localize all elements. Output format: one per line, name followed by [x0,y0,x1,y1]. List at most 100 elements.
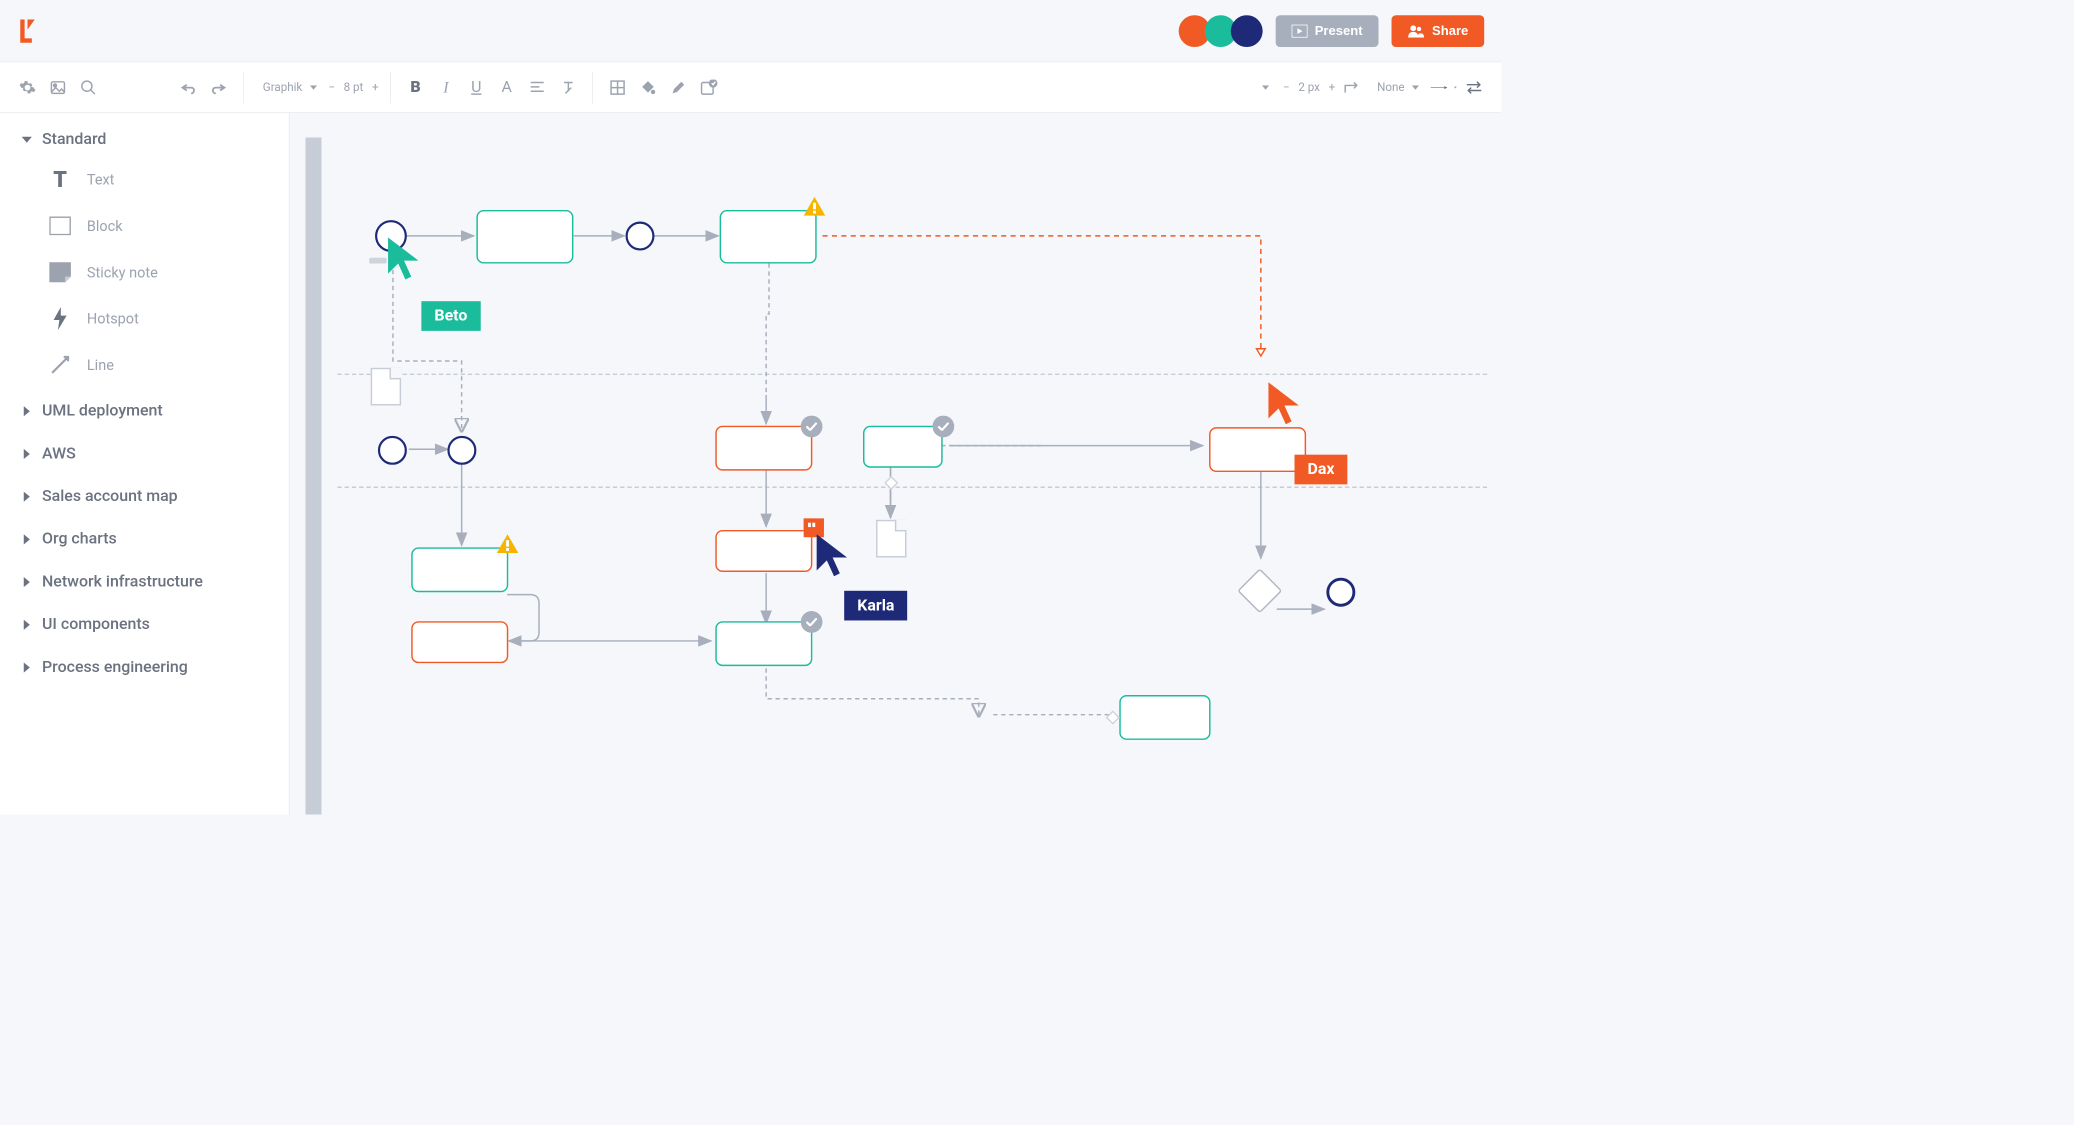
bold-icon[interactable]: B [402,74,428,100]
section-header-network[interactable]: Network infrastructure [22,573,267,591]
gateway[interactable] [1237,568,1282,613]
shape-item-block[interactable]: Block [48,214,267,239]
caret-right-icon [22,577,32,587]
task-rect[interactable] [715,621,812,666]
shapes-sidebar: Standard T Text Block Sticky note Hotspo [0,113,290,815]
section-header-uml[interactable]: UML deployment [22,402,267,420]
cursor-karla [814,531,850,582]
cursor-dax [1266,379,1302,430]
task-rect[interactable] [1119,695,1210,740]
cursor-label-karla: Karla [844,591,907,621]
check-icon [933,416,955,438]
warning-icon [804,197,826,216]
presence-avatars [1179,15,1263,47]
caret-right-icon [22,449,32,459]
arrow-end-select[interactable] [1431,74,1457,100]
section-header-org[interactable]: Org charts [22,530,267,548]
minus-icon[interactable]: − [328,80,335,94]
undo-icon[interactable] [175,74,201,100]
section-header-aws[interactable]: AWS [22,445,267,463]
section-header-process[interactable]: Process engineering [22,658,267,676]
plus-icon[interactable]: + [1329,80,1336,94]
cursor-label-dax: Dax [1295,455,1348,485]
font-size-stepper[interactable]: − 8 pt + [328,80,378,94]
minus-icon[interactable]: − [1283,80,1290,94]
warning-icon [497,534,519,553]
redo-icon[interactable] [206,74,232,100]
font-family-value: Graphik [263,80,302,94]
text-color-icon[interactable]: A [494,74,520,100]
pencil-icon[interactable] [665,74,691,100]
share-button[interactable]: Share [1392,15,1485,47]
caret-right-icon [22,406,32,416]
section-label: Standard [42,130,106,148]
present-button[interactable]: Present [1276,15,1379,47]
section-label: Network infrastructure [42,573,203,591]
task-rect[interactable] [476,210,573,264]
task-rect[interactable] [715,530,812,572]
shape-item-label: Hotspot [87,310,139,327]
cursor-label-beto: Beto [421,301,480,331]
intermediate-event[interactable] [626,222,655,251]
section-header-sales[interactable]: Sales account map [22,487,267,505]
resize-handle[interactable] [369,258,386,264]
section-label: Process engineering [42,658,188,676]
border-icon[interactable] [604,74,630,100]
end-event[interactable] [1326,578,1355,607]
task-rect[interactable] [720,210,817,264]
share-label: Share [1432,23,1468,38]
present-label: Present [1315,23,1363,38]
caret-down-icon [22,134,32,144]
font-family-select[interactable]: Graphik [256,77,324,97]
document-shape[interactable] [371,368,401,406]
shape-item-line[interactable]: Line [48,353,267,378]
section-label: UI components [42,615,150,633]
line-icon [48,353,73,378]
shape-item-label: Line [87,356,114,373]
caret-right-icon [22,534,32,544]
line-elbow-icon[interactable] [1340,74,1366,100]
shape-item-label: Sticky note [87,264,158,281]
task-rect[interactable] [411,547,508,592]
task-rect[interactable] [1209,427,1306,472]
task-rect[interactable] [863,426,943,468]
underline-icon[interactable]: U [463,74,489,100]
sticky-icon [48,260,73,285]
toolbar: Graphik − 8 pt + B I U A − 2 px + None [0,62,1502,113]
task-rect[interactable] [715,426,812,471]
shape-item-text[interactable]: T Text [48,167,267,192]
line-style-value: None [1377,80,1404,94]
caret-right-icon [22,619,32,629]
intermediate-event[interactable] [447,436,476,465]
presence-dot-3[interactable] [1231,15,1263,47]
task-rect[interactable] [411,621,508,663]
shape-item-label: Text [87,171,115,188]
swimlane-divider [337,374,1487,375]
section-header-ui[interactable]: UI components [22,615,267,633]
shape-item-sticky[interactable]: Sticky note [48,260,267,285]
start-event[interactable] [378,436,407,465]
section-header-standard[interactable]: Standard [22,130,267,148]
line-select-caret[interactable] [1253,74,1279,100]
gateway-small[interactable] [1106,710,1120,724]
caret-right-icon [22,662,32,672]
app-header: Present Share [0,0,1502,62]
line-style-select[interactable]: None [1370,77,1426,97]
hotspot-icon [48,306,73,331]
fill-icon[interactable] [635,74,661,100]
italic-icon[interactable]: I [433,74,459,100]
clear-format-icon[interactable] [555,74,581,100]
shape-item-hotspot[interactable]: Hotspot [48,306,267,331]
line-width-stepper[interactable]: − 2 px + [1283,80,1335,94]
chevron-down-icon [310,85,317,89]
plus-icon[interactable]: + [372,80,379,94]
image-icon[interactable] [45,74,71,100]
diagram-canvas[interactable]: Beto Karla Dax [290,113,1502,815]
document-shape[interactable] [876,520,906,558]
align-icon[interactable] [524,74,550,100]
search-icon[interactable] [75,74,101,100]
checklist-icon[interactable] [696,74,722,100]
section-label: Org charts [42,530,117,548]
swap-arrows-icon[interactable] [1461,74,1487,100]
gear-icon[interactable] [14,74,40,100]
